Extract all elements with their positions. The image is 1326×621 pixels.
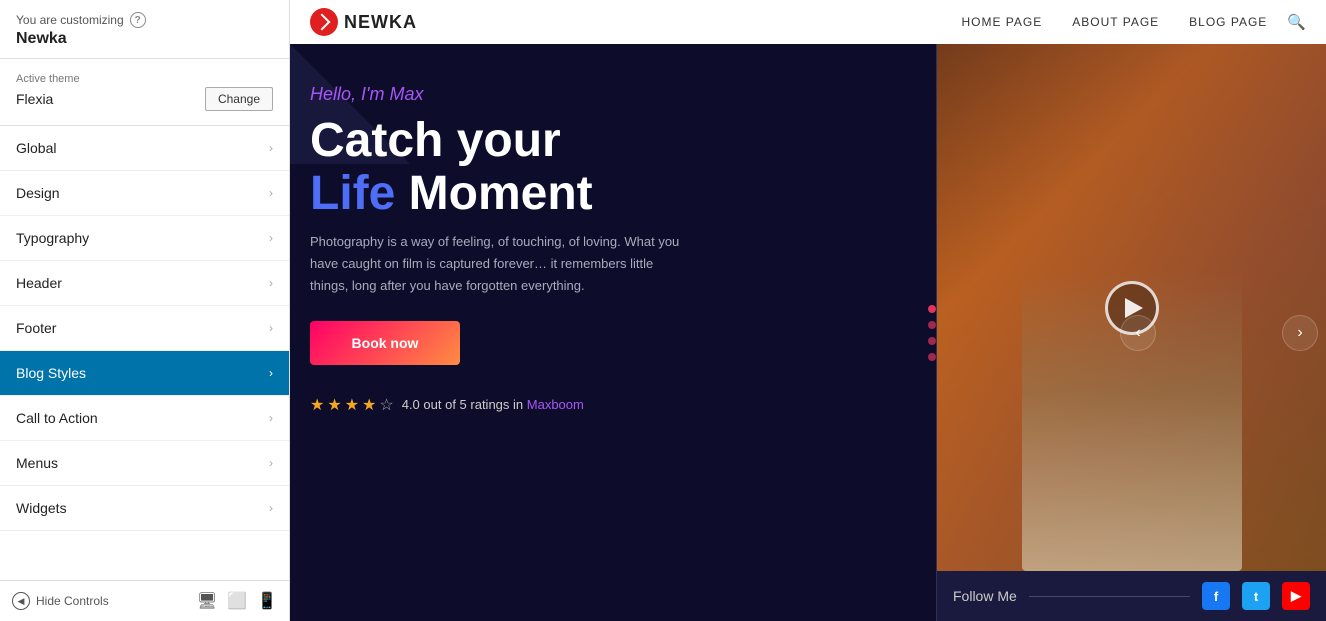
chevron-right-icon: ›: [269, 186, 273, 200]
preview-navbar: NEWKA HOME PAGE ABOUT PAGE BLOG PAGE 🔍: [290, 0, 1326, 44]
hero-title-moment: Moment: [395, 167, 592, 220]
slider-dot-1[interactable]: [928, 305, 936, 313]
slider-next-button[interactable]: ›: [1282, 315, 1318, 351]
chevron-right-icon: ›: [269, 141, 273, 155]
active-theme-section: Active theme Flexia Change: [0, 59, 289, 126]
sidebar-item-label: Footer: [16, 320, 56, 336]
chevron-right-icon: ›: [269, 366, 273, 380]
star-2: ★: [327, 395, 341, 415]
nav-link-blog[interactable]: BLOG PAGE: [1189, 13, 1267, 31]
star-5: ☆: [379, 395, 393, 415]
hero-section: Hello, I'm Max Catch your Life Moment Ph…: [290, 44, 1326, 621]
hero-title-life: Life: [310, 167, 395, 220]
chevron-right-icon: ›: [269, 456, 273, 470]
sidebar-item-label: Widgets: [16, 500, 67, 516]
star-rating: ★ ★ ★ ★ ☆: [310, 395, 394, 415]
sidebar-item-label: Menus: [16, 455, 58, 471]
star-3: ★: [345, 395, 359, 415]
device-switcher: 🖥 ⬜ 📱: [197, 591, 277, 611]
sidebar-item-footer[interactable]: Footer ›: [0, 306, 289, 351]
slider-dots: [928, 305, 936, 361]
mobile-view-icon[interactable]: 📱: [257, 591, 277, 611]
chevron-right-icon: ›: [269, 276, 273, 290]
chevron-right-icon: ›: [269, 231, 273, 245]
change-theme-button[interactable]: Change: [205, 87, 273, 111]
bottom-controls-bar: ◀ Hide Controls 🖥 ⬜ 📱: [0, 580, 289, 621]
sidebar-item-label: Typography: [16, 230, 89, 246]
follow-divider: [1029, 596, 1190, 597]
hide-controls-icon: ◀: [12, 592, 30, 610]
slider-dot-4[interactable]: [928, 353, 936, 361]
nav-link-about[interactable]: ABOUT PAGE: [1072, 13, 1159, 31]
hero-title: Catch your Life Moment: [310, 115, 906, 221]
active-theme-label: Active theme: [16, 73, 273, 85]
star-4: ★: [362, 395, 376, 415]
sidebar-item-design[interactable]: Design ›: [0, 171, 289, 216]
sidebar-item-label: Blog Styles: [16, 365, 86, 381]
sidebar-item-blog-styles[interactable]: Blog Styles ›: [0, 351, 289, 396]
facebook-icon[interactable]: f: [1202, 582, 1230, 610]
slider-dot-2[interactable]: [928, 321, 936, 329]
slider-prev-button[interactable]: ‹: [1120, 315, 1156, 351]
twitter-icon[interactable]: t: [1242, 582, 1270, 610]
sidebar-item-label: Design: [16, 185, 60, 201]
hide-controls-button[interactable]: ◀ Hide Controls: [12, 592, 189, 610]
sidebar-item-call-to-action[interactable]: Call to Action ›: [0, 396, 289, 441]
nav-link-home[interactable]: HOME PAGE: [961, 13, 1042, 31]
hero-title-line1: Catch your: [310, 114, 561, 167]
youtube-icon[interactable]: ▶: [1282, 582, 1310, 610]
sidebar-item-label: Call to Action: [16, 410, 98, 426]
star-1: ★: [310, 395, 324, 415]
logo-text: NEWKA: [344, 12, 417, 33]
sidebar-item-header[interactable]: Header ›: [0, 261, 289, 306]
book-now-button[interactable]: Book now: [310, 321, 460, 365]
hero-greeting: Hello, I'm Max: [310, 84, 906, 105]
site-logo: NEWKA: [310, 8, 417, 36]
sidebar-item-typography[interactable]: Typography ›: [0, 216, 289, 261]
sidebar-item-global[interactable]: Global ›: [0, 126, 289, 171]
sidebar-item-label: Header: [16, 275, 62, 291]
help-icon[interactable]: ?: [130, 12, 146, 28]
chevron-right-icon: ›: [269, 501, 273, 515]
slider-dot-3[interactable]: [928, 337, 936, 345]
rating-brand-link[interactable]: Maxboom: [527, 397, 584, 412]
hide-controls-label: Hide Controls: [36, 594, 109, 608]
sidebar-item-label: Global: [16, 140, 56, 156]
chevron-right-icon: ›: [269, 411, 273, 425]
nav-links-list: HOME PAGE ABOUT PAGE BLOG PAGE: [961, 13, 1267, 31]
theme-name-label: Newka: [16, 30, 273, 48]
sidebar-item-widgets[interactable]: Widgets ›: [0, 486, 289, 531]
search-icon[interactable]: 🔍: [1287, 13, 1306, 31]
video-thumbnail[interactable]: [937, 44, 1326, 571]
hero-description: Photography is a way of feeling, of touc…: [310, 231, 690, 297]
customizing-label: You are customizing: [16, 13, 124, 27]
chevron-right-icon: ›: [269, 321, 273, 335]
hero-content-left: Hello, I'm Max Catch your Life Moment Ph…: [290, 44, 936, 621]
customizer-panel: You are customizing ? Newka Active theme…: [0, 0, 290, 621]
sidebar-item-menus[interactable]: Menus ›: [0, 441, 289, 486]
active-theme-value: Flexia: [16, 91, 53, 107]
rating-value-text: 4.0 out of 5 ratings in: [402, 397, 523, 412]
ratings-row: ★ ★ ★ ★ ☆ 4.0 out of 5 ratings in Maxboo…: [310, 395, 906, 415]
ratings-text: 4.0 out of 5 ratings in Maxboom: [402, 397, 584, 412]
tablet-view-icon[interactable]: ⬜: [227, 591, 247, 611]
desktop-view-icon[interactable]: 🖥: [197, 591, 217, 611]
follow-me-text: Follow Me: [953, 588, 1017, 604]
customizer-header: You are customizing ? Newka: [0, 0, 289, 59]
logo-icon: [310, 8, 338, 36]
preview-area: NEWKA HOME PAGE ABOUT PAGE BLOG PAGE 🔍 H…: [290, 0, 1326, 621]
customizer-nav-list: Global › Design › Typography › Header › …: [0, 126, 289, 580]
follow-bar: Follow Me f t ▶: [937, 571, 1326, 621]
